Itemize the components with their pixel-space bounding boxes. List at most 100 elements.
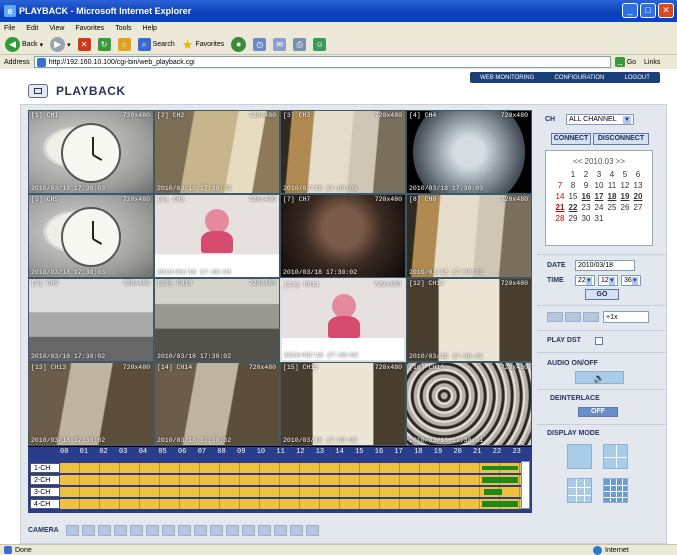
camera-tile-selected[interactable]: [11] CH11 720x480 2010/03/18 17:30:02: [280, 278, 406, 362]
page-title: PLAYBACK: [56, 84, 126, 98]
camera-tile[interactable]: [6] CH6 720x480 2010/03/18 17:30:03: [154, 194, 280, 278]
camera-button-10[interactable]: [209, 524, 223, 536]
camera-button-16[interactable]: [305, 524, 319, 536]
menu-favorites[interactable]: Favorites: [75, 25, 104, 32]
camera-tile[interactable]: [8] CH8 720x480 2010/03/18 17:30:03: [406, 194, 532, 278]
menu-help[interactable]: Help: [143, 25, 157, 32]
date-input[interactable]: 2010/03/18: [575, 260, 635, 271]
speaker-icon: 🔈: [593, 373, 606, 383]
address-input[interactable]: http://192.160.10.100/cgi-bin/web_playba…: [33, 56, 611, 68]
timeline-scrollbar[interactable]: [521, 461, 530, 509]
timeline-row[interactable]: 4-CH: [30, 499, 530, 509]
camera-button-6[interactable]: [145, 524, 159, 536]
camera-button-2[interactable]: [81, 524, 95, 536]
camera-button-14[interactable]: [273, 524, 287, 536]
time-minute-select[interactable]: 12 ▼: [598, 275, 618, 286]
forward-button[interactable]: ▶ ▾: [48, 37, 73, 53]
rewind-button[interactable]: [547, 312, 563, 322]
go-button[interactable]: → Go: [614, 57, 636, 68]
favorites-button[interactable]: ★ Favorites: [180, 37, 226, 53]
camera-tile[interactable]: [2] CH2 720x480 2010/03/18 17:30:03: [154, 110, 280, 194]
camera-button-12[interactable]: [241, 524, 255, 536]
history-button[interactable]: ◷: [251, 37, 268, 53]
play-dst-checkbox[interactable]: [595, 337, 603, 345]
camera-tile[interactable]: [4] CH4 720x480 2010/03/18 17:30:03: [406, 110, 532, 194]
camera-tile[interactable]: [5] CH5 720x480 2010/03/18 17:30:03: [28, 194, 154, 278]
menu-file[interactable]: File: [4, 25, 15, 32]
camera-button-15[interactable]: [289, 524, 303, 536]
menu-tools[interactable]: Tools: [115, 25, 131, 32]
search-button[interactable]: ⌕ Search: [136, 37, 177, 53]
channel-select[interactable]: ALL CHANNEL ▼: [566, 114, 634, 125]
camera-button-4[interactable]: [113, 524, 127, 536]
page-icon: [4, 546, 12, 554]
camera-button-13[interactable]: [257, 524, 271, 536]
timeline-bar[interactable]: [60, 463, 530, 473]
connect-button[interactable]: CONNECT: [551, 133, 591, 145]
close-button[interactable]: ✕: [658, 3, 674, 18]
links-label[interactable]: Links: [644, 59, 660, 66]
status-text: Done: [15, 546, 32, 554]
deinterlace-toggle[interactable]: OFF: [578, 407, 618, 417]
camera-tile[interactable]: [7] CH7 720x480 2010/03/18 17:30:02: [280, 194, 406, 278]
print-button[interactable]: ⎙: [291, 37, 308, 53]
camera-button-1[interactable]: [65, 524, 79, 536]
messenger-button[interactable]: ☺: [311, 37, 328, 53]
go-time-button[interactable]: GO: [585, 289, 619, 300]
layout-4x4-button[interactable]: [603, 478, 628, 503]
disconnect-button[interactable]: DISCONNECT: [593, 133, 649, 145]
layout-3x3-button[interactable]: [567, 478, 592, 503]
forward-button[interactable]: [583, 312, 599, 322]
camera-tile[interactable]: [13] CH13 720x480 2010/03/18 17:30:02: [28, 362, 154, 446]
minimize-button[interactable]: _: [622, 3, 638, 18]
timeline-bar[interactable]: [60, 499, 530, 509]
address-label: Address: [4, 58, 30, 66]
camera-tile[interactable]: [10] CH10 720x480 2010/03/18 17:30:02: [154, 278, 280, 362]
camera-tile[interactable]: [9] CH9 720x480 2010/03/18 17:30:02: [28, 278, 154, 362]
camera-tile[interactable]: [12] CH12 720x480 2010/03/18 17:30:02: [406, 278, 532, 362]
menu-edit[interactable]: Edit: [26, 25, 38, 32]
time-second-select[interactable]: 36 ▼: [621, 275, 641, 286]
address-bar: Address http://192.160.10.100/cgi-bin/we…: [0, 55, 677, 69]
mail-button[interactable]: ✉: [271, 37, 288, 53]
layout-2x2-button[interactable]: [603, 444, 628, 469]
camera-button-3[interactable]: [97, 524, 111, 536]
chevron-down-icon: ▼: [585, 276, 592, 285]
timeline-bar[interactable]: [60, 487, 530, 497]
timeline-row[interactable]: 2-CH: [30, 475, 530, 485]
camera-tile[interactable]: [16] CH16 720x480 2010/03/18 17:30:01: [406, 362, 532, 446]
calendar-header[interactable]: << 2010.03 >>: [546, 157, 652, 166]
deinterlace-label: DEINTERLACE: [550, 395, 600, 402]
camera-button-9[interactable]: [193, 524, 207, 536]
media-button[interactable]: ●: [229, 37, 248, 53]
camera-tile[interactable]: [15] CH15 720x480 2010/03/18 17:30:02: [280, 362, 406, 446]
time-label: TIME: [547, 277, 564, 284]
camera-tile[interactable]: [1] CH1 720x480 2010/03/18 17:30:03: [28, 110, 154, 194]
speed-field[interactable]: +1x: [603, 311, 649, 323]
chevron-down-icon: ▼: [623, 115, 631, 124]
zone-indicator: Internet: [593, 546, 629, 555]
camera-button-8[interactable]: [177, 524, 191, 536]
audio-toggle[interactable]: 🔈: [575, 371, 624, 384]
playback-icon: [28, 84, 48, 98]
camera-button-7[interactable]: [161, 524, 175, 536]
camera-button-5[interactable]: [129, 524, 143, 536]
layout-1x1-button[interactable]: [567, 444, 592, 469]
camera-tile[interactable]: [3] CH3 720x480 2010/03/18 17:30:03: [280, 110, 406, 194]
camera-button-11[interactable]: [225, 524, 239, 536]
refresh-icon: ↻: [97, 38, 111, 51]
play-button[interactable]: [565, 312, 581, 322]
camera-tile[interactable]: [14] CH14 720x480 2010/03/18 17:30:02: [154, 362, 280, 446]
stop-button[interactable]: ✕: [76, 37, 93, 53]
menu-view[interactable]: View: [49, 25, 64, 32]
timeline-bar[interactable]: [60, 475, 530, 485]
back-button[interactable]: ◀ Back ▾: [3, 37, 45, 53]
page-header: PLAYBACK: [28, 80, 648, 102]
timeline-row[interactable]: 3-CH: [30, 487, 530, 497]
refresh-button[interactable]: ↻: [96, 37, 113, 53]
home-button[interactable]: ⌂: [116, 37, 133, 53]
time-hour-select[interactable]: 22 ▼: [575, 275, 595, 286]
chevron-down-icon: ▾: [39, 41, 44, 49]
timeline-row[interactable]: 1-CH: [30, 463, 530, 473]
maximize-button[interactable]: □: [640, 3, 656, 18]
